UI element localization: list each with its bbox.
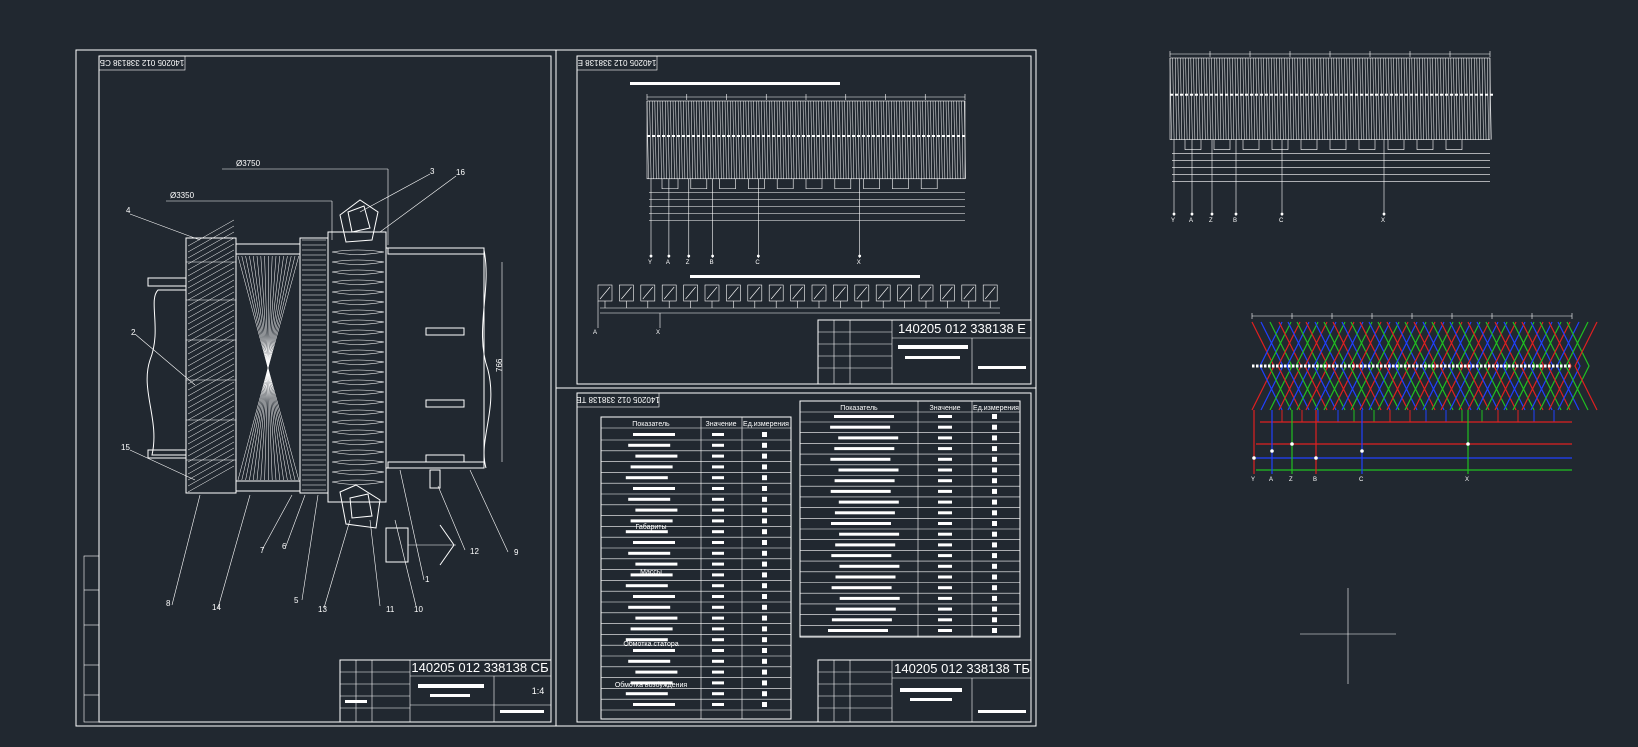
callout-6: 6 — [282, 542, 287, 551]
callout-11: 11 — [386, 605, 395, 614]
svg-text:X: X — [857, 260, 861, 266]
callout-8: 8 — [166, 599, 171, 608]
color-winding-scheme: YAZBCX — [1251, 313, 1598, 483]
t2-header-parameter: Показатель — [840, 405, 878, 412]
svg-text:B: B — [1313, 477, 1317, 483]
callout-5: 5 — [294, 596, 299, 605]
shaft-hub — [385, 247, 485, 469]
e-caption-stator — [630, 82, 840, 85]
sb-scale: 1:4 — [532, 686, 545, 696]
svg-text:Y: Y — [1251, 477, 1255, 483]
callout-12: 12 — [470, 547, 479, 556]
t2-header-value: Значение — [929, 405, 960, 412]
cad-model-space[interactable]: 140205 012 338138 СБ Ø3750 Ø3350 766 3 1… — [0, 0, 1638, 747]
sheet-tb: 140205 012 338138 ТБ Показатель Значение… — [576, 392, 1032, 723]
callout-leaders — [129, 173, 509, 609]
callout-16: 16 — [456, 168, 465, 177]
tb-table-1: Показатель Значение Ед.измерения Габарит… — [600, 416, 792, 720]
callout-3: 3 — [430, 167, 435, 176]
tb-drawing-code: 140205 012 338138 ТБ — [894, 661, 1030, 676]
svg-text:B: B — [1233, 218, 1237, 224]
callout-7: 7 — [260, 546, 265, 555]
callout-9: 9 — [514, 548, 519, 557]
tb-title-block: 140205 012 338138 ТБ — [817, 659, 1032, 723]
t1-header-value: Значение — [705, 421, 736, 428]
stator-winding-scheme: YAZBCX — [646, 94, 966, 266]
svg-text:Z: Z — [1289, 477, 1293, 483]
callout-numbers: 3 16 4 2 15 8 14 7 6 5 13 11 10 1 12 9 — [121, 167, 519, 614]
crosshair-cursor[interactable] — [1300, 588, 1396, 684]
sb-title-block: 140205 012 338138 СБ 1:4 — [339, 659, 552, 723]
bottom-bearing — [339, 484, 381, 529]
svg-text:X: X — [1465, 477, 1469, 483]
tb-stamp-rotated: 140205 012 338138 ТБ — [576, 395, 660, 404]
svg-text:A: A — [593, 330, 597, 336]
section-hatching — [187, 219, 326, 493]
t1-header-unit: Ед.измерения — [743, 421, 789, 428]
t2-header-unit: Ед.измерения — [973, 405, 1019, 412]
svg-text:C: C — [1279, 218, 1284, 224]
svg-text:A: A — [1189, 218, 1193, 224]
cooling-fins — [331, 249, 385, 485]
e-title-block: 140205 012 338138 Е — [817, 319, 1032, 385]
sb-margin-strip — [83, 555, 100, 723]
svg-text:Y: Y — [1171, 218, 1175, 224]
drawing-sheet-set — [75, 49, 1037, 727]
e-caption-poles — [690, 275, 920, 278]
svg-text:Z: Z — [686, 260, 690, 266]
callout-4: 4 — [126, 206, 131, 215]
sb-drawing-code: 140205 012 338138 СБ — [411, 660, 548, 675]
svg-text:C: C — [755, 260, 760, 266]
callout-1: 1 — [425, 575, 430, 584]
dim-height: 766 — [495, 358, 504, 372]
svg-text:Y: Y — [648, 260, 652, 266]
svg-text:A: A — [666, 260, 670, 266]
t1-header-parameter: Показатель — [632, 421, 670, 428]
top-bearing — [339, 199, 379, 243]
svg-text:B: B — [710, 260, 714, 266]
t1-section-dimensions: Габариты — [635, 523, 666, 531]
callout-14: 14 — [212, 603, 221, 612]
e-stamp-rotated: 140205 012 338138 Е — [578, 58, 657, 67]
callout-15: 15 — [121, 443, 130, 452]
loose-winding-scheme: YAZBCX — [1169, 51, 1493, 224]
dim-inner-diameter: Ø3350 — [170, 191, 195, 200]
svg-text:C: C — [1359, 477, 1364, 483]
callout-2: 2 — [131, 328, 136, 337]
tb-table-2: Показатель Значение Ед.измерения — [799, 400, 1021, 638]
svg-text:Z: Z — [1209, 218, 1213, 224]
svg-text:A: A — [1269, 477, 1273, 483]
callout-10: 10 — [414, 605, 423, 614]
svg-text:X: X — [1381, 218, 1385, 224]
e-drawing-code: 140205 012 338138 Е — [898, 321, 1026, 336]
sheet-sb: 140205 012 338138 СБ Ø3750 Ø3350 766 3 1… — [83, 55, 552, 723]
sb-inner-frame — [98, 55, 552, 723]
svg-text:X: X — [656, 330, 660, 336]
sheet-e: 140205 012 338138 Е Y A Z B C X A X 140205 012… — [576, 55, 1032, 385]
callout-13: 13 — [318, 605, 327, 614]
sb-stamp-rotated: 140205 012 338138 СБ — [100, 58, 184, 67]
dim-outer-diameter: Ø3750 — [236, 159, 261, 168]
